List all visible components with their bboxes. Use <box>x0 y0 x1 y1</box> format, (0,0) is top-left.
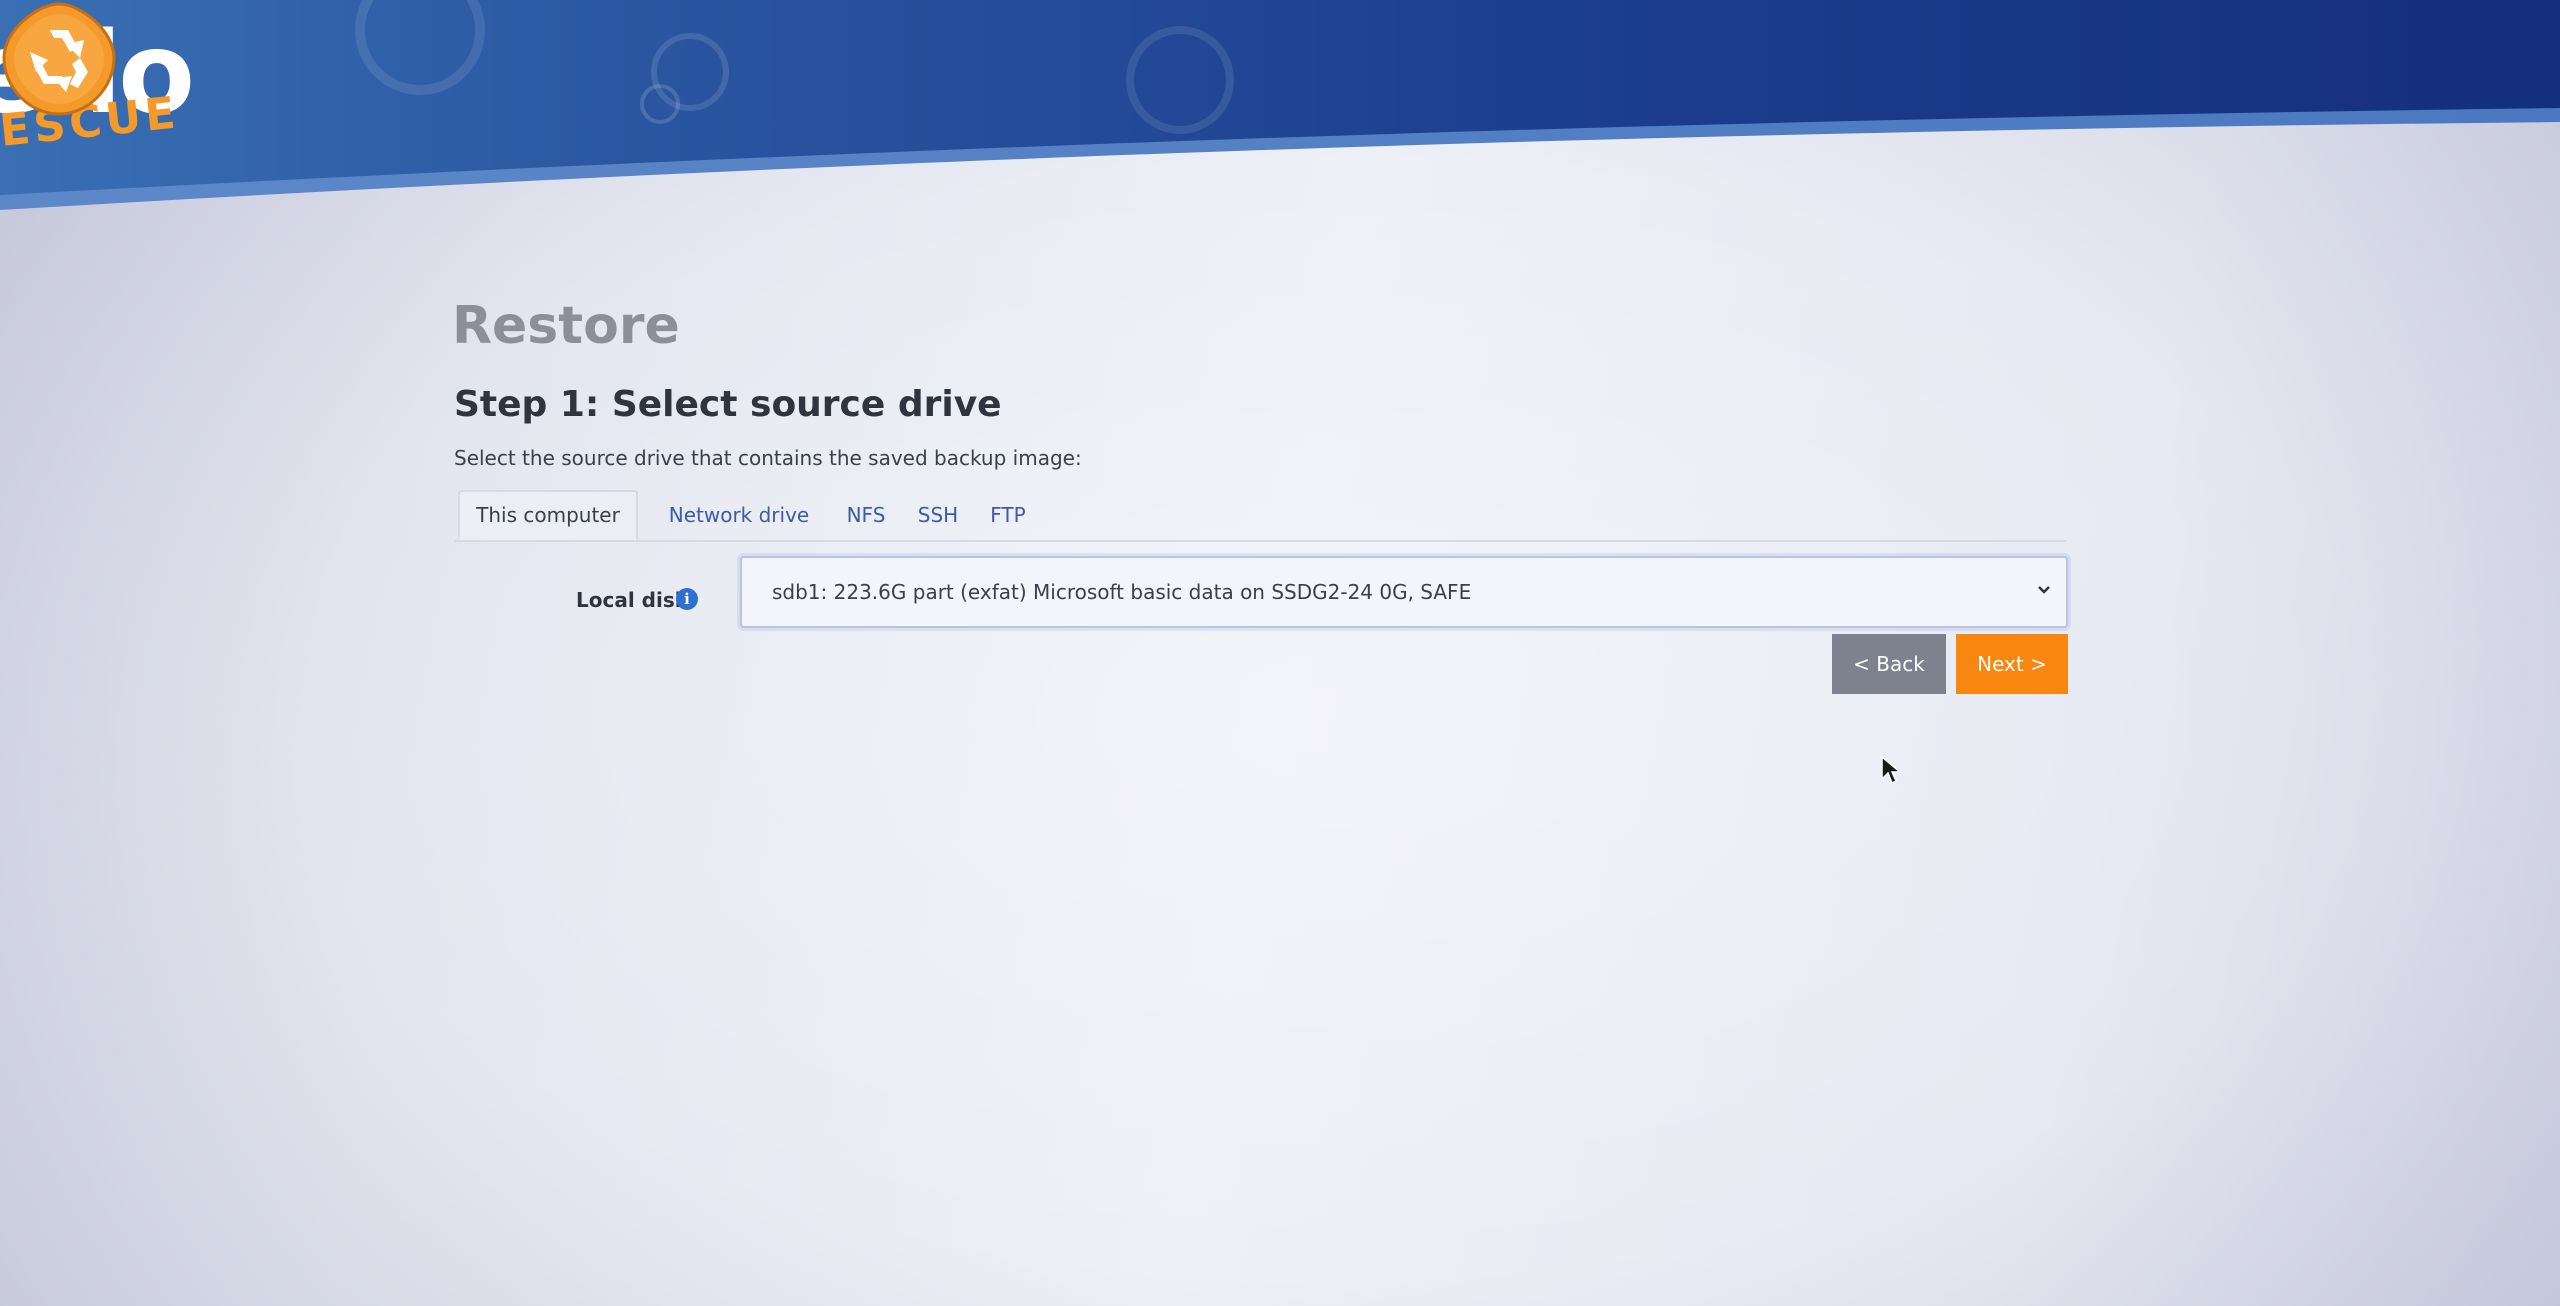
local-disk-selected-value: sdb1: 223.6G part (exfat) Microsoft basi… <box>772 580 1472 604</box>
recycle-logo-icon <box>2 2 116 116</box>
step-title: Step 1: Select source drive <box>454 384 1002 425</box>
chevron-down-icon <box>2038 586 2050 594</box>
tab-nfs[interactable]: NFS <box>834 490 898 540</box>
header-background <box>0 0 2560 210</box>
source-tabs: This computer Network drive NFS SSH FTP <box>454 490 2066 542</box>
local-disk-label: Local disk <box>576 588 689 612</box>
tab-network-drive[interactable]: Network drive <box>652 490 826 540</box>
header-banner: edo ESCUE <box>0 0 2560 250</box>
page-title: Restore <box>452 296 680 356</box>
next-button[interactable]: Next > <box>1956 634 2068 694</box>
step-description: Select the source drive that contains th… <box>454 446 1082 470</box>
tab-ftp[interactable]: FTP <box>976 490 1040 540</box>
tab-ssh[interactable]: SSH <box>906 490 970 540</box>
mouse-cursor-icon <box>1881 755 1902 785</box>
info-icon[interactable]: i <box>676 588 698 610</box>
tab-this-computer[interactable]: This computer <box>458 490 638 540</box>
local-disk-select[interactable]: sdb1: 223.6G part (exfat) Microsoft basi… <box>740 556 2068 628</box>
back-button[interactable]: < Back <box>1832 634 1946 694</box>
